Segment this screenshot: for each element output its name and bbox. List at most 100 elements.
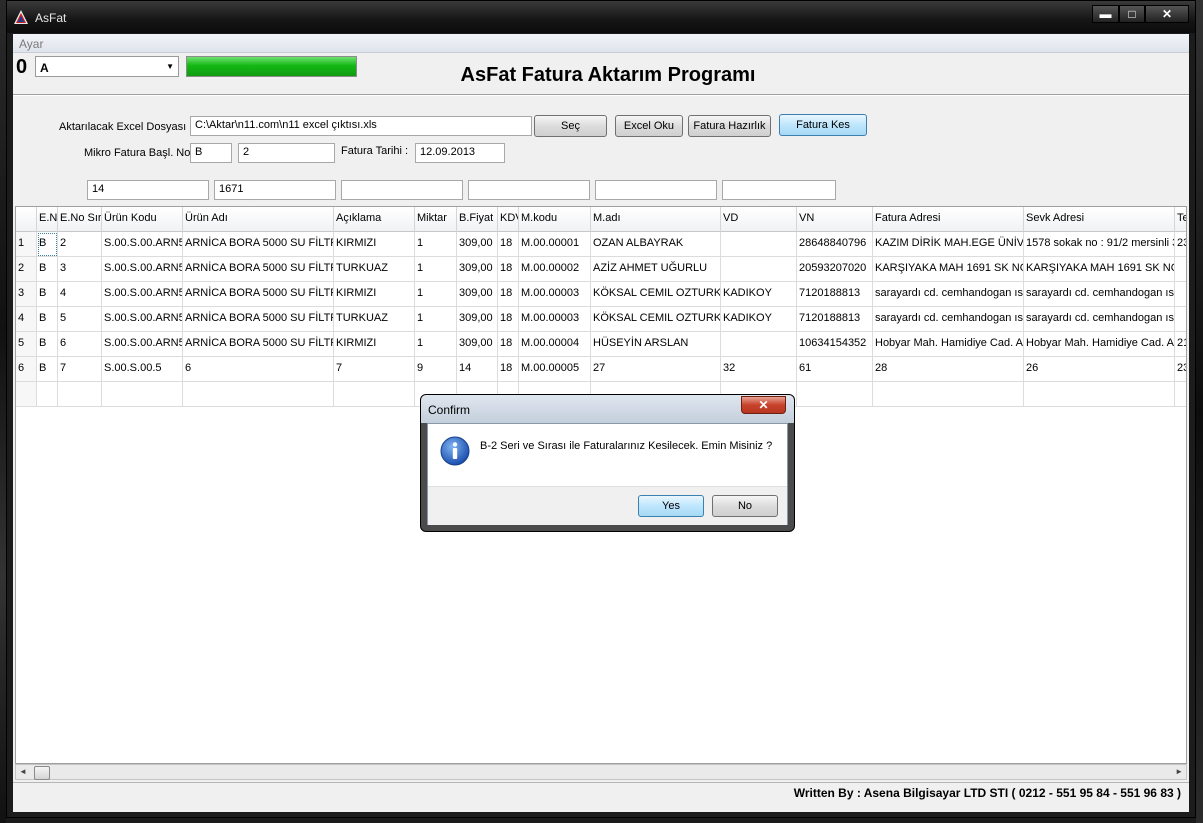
grid-cell[interactable]: 23 [1175,357,1186,382]
grid-cell[interactable]: KÖKSAL CEMIL OZTURK [591,282,721,307]
grid-cell[interactable]: 309,00 [457,257,498,282]
grid-cell[interactable] [102,382,183,407]
column-header[interactable]: Tel [1175,207,1186,232]
grid-cell[interactable]: B [37,232,58,257]
extra-field-2[interactable]: 1671 [214,180,336,200]
row-header[interactable]: 4 [16,307,37,332]
column-header[interactable]: Açıklama [334,207,415,232]
column-header[interactable]: M.kodu [519,207,591,232]
grid-cell[interactable] [721,232,797,257]
grid-cell[interactable]: 309,00 [457,307,498,332]
grid-cell[interactable]: M.00.00003 [519,307,591,332]
grid-cell[interactable]: KADIKOY [721,307,797,332]
grid-cell[interactable]: KAZIM DİRİK MAH.EGE ÜNİVER [873,232,1024,257]
mikro-no-input[interactable]: 2 [238,143,335,163]
chevron-down-icon[interactable]: ▼ [166,62,174,71]
yes-button[interactable]: Yes [638,495,704,517]
dialog-close-button[interactable]: ✕ [741,396,786,414]
horizontal-scrollbar[interactable]: ◄ ► [15,764,1187,780]
column-header[interactable]: VD [721,207,797,232]
grid-cell[interactable]: S.00.S.00.ARN5 [102,282,183,307]
column-header[interactable]: Ürün Kodu [102,207,183,232]
grid-cell[interactable]: S.00.S.00.5 [102,357,183,382]
grid-cell[interactable]: KÖKSAL CEMIL OZTURK [591,307,721,332]
column-header[interactable]: E.No [37,207,58,232]
extra-field-3[interactable] [341,180,463,200]
row-header[interactable]: 6 [16,357,37,382]
excel-oku-button[interactable]: Excel Oku [615,115,683,137]
grid-cell[interactable]: M.00.00004 [519,332,591,357]
grid-cell[interactable]: 1 [415,282,457,307]
grid-cell[interactable]: 9 [415,357,457,382]
grid-cell[interactable]: 1 [415,332,457,357]
grid-cell[interactable]: KADIKOY [721,282,797,307]
grid-cell[interactable]: TURKUAZ [334,307,415,332]
grid-cell[interactable]: ARNİCA BORA 5000 SU FİLTRE [183,257,334,282]
column-header[interactable]: E.No Sıra [58,207,102,232]
row-header[interactable]: 2 [16,257,37,282]
menu-item-ayar[interactable]: Ayar [19,37,43,51]
grid-cell[interactable]: S.00.S.00.ARN5 [102,232,183,257]
extra-field-6[interactable] [722,180,836,200]
grid-cell[interactable]: 26 [1024,357,1175,382]
grid-cell[interactable]: 61 [797,357,873,382]
grid-cell[interactable]: KIRMIZI [334,332,415,357]
grid-cell[interactable]: M.00.00005 [519,357,591,382]
grid-cell[interactable]: 309,00 [457,232,498,257]
grid-cell[interactable]: M.00.00001 [519,232,591,257]
grid-cell[interactable] [1024,382,1175,407]
extra-field-5[interactable] [595,180,717,200]
grid-cell[interactable]: 18 [498,332,519,357]
extra-field-4[interactable] [468,180,590,200]
grid-cell[interactable]: 7120188813 [797,307,873,332]
grid-cell[interactable]: sarayardı cd. cemhandogan ısm [1024,282,1175,307]
grid-cell[interactable]: ARNİCA BORA 5000 SU FİLTRE [183,332,334,357]
scroll-right-icon[interactable]: ► [1175,767,1183,776]
grid-cell[interactable]: Hobyar Mah. Hamidiye Cad. Alt [873,332,1024,357]
row-header[interactable]: 3 [16,282,37,307]
grid-cell[interactable]: 2 [58,232,102,257]
row-header[interactable]: 1 [16,232,37,257]
grid-cell[interactable]: 18 [498,257,519,282]
grid-cell[interactable]: sarayardı cd. cemhandogan ısm [873,307,1024,332]
grid-cell[interactable]: B [37,257,58,282]
grid-cell[interactable]: 5 [58,307,102,332]
grid-cell[interactable]: S.00.S.00.ARN5 [102,332,183,357]
grid-cell[interactable]: 6 [183,357,334,382]
grid-cell[interactable]: 18 [498,232,519,257]
fatura-kes-button[interactable]: Fatura Kes [779,114,867,136]
grid-cell[interactable]: 7120188813 [797,282,873,307]
grid-cell[interactable]: sarayardı cd. cemhandogan ısm [873,282,1024,307]
no-button[interactable]: No [712,495,778,517]
grid-cell[interactable]: B [37,332,58,357]
grid-cell[interactable]: AZİZ AHMET UĞURLU [591,257,721,282]
grid-cell[interactable] [183,382,334,407]
grid-cell[interactable]: 18 [498,357,519,382]
close-button[interactable]: ✕ [1145,5,1189,23]
grid-cell[interactable] [721,257,797,282]
grid-cell[interactable]: ARNİCA BORA 5000 SU FİLTRE [183,282,334,307]
mikro-seri-input[interactable]: B [190,143,232,163]
fatura-hazirlik-button[interactable]: Fatura Hazırlık [688,115,771,137]
grid-cell[interactable]: B [37,357,58,382]
grid-cell[interactable]: 27 [591,357,721,382]
grid-cell[interactable]: HÜSEYİN ARSLAN [591,332,721,357]
sec-button[interactable]: Seç [534,115,607,137]
maximize-button[interactable]: □ [1119,5,1145,23]
grid-cell[interactable]: 28648840796 [797,232,873,257]
grid-cell[interactable]: 10634154352 [797,332,873,357]
grid-cell[interactable]: M.00.00003 [519,282,591,307]
grid-cell[interactable] [1175,307,1186,332]
grid-cell[interactable]: ARNİCA BORA 5000 SU FİLTRE [183,232,334,257]
grid-cell[interactable]: 1 [415,232,457,257]
grid-cell[interactable]: KIRMIZI [334,282,415,307]
grid-cell[interactable] [334,382,415,407]
grid-cell[interactable]: 7 [58,357,102,382]
grid-cell[interactable]: 4 [58,282,102,307]
grid-cell[interactable]: 20593207020 [797,257,873,282]
grid-cell[interactable]: 14 [457,357,498,382]
grid-cell[interactable]: B [37,307,58,332]
grid-cell[interactable] [37,382,58,407]
grid-cell[interactable]: KARŞIYAKA MAH 1691 SK NO 2 [1024,257,1175,282]
scroll-left-icon[interactable]: ◄ [19,767,27,776]
